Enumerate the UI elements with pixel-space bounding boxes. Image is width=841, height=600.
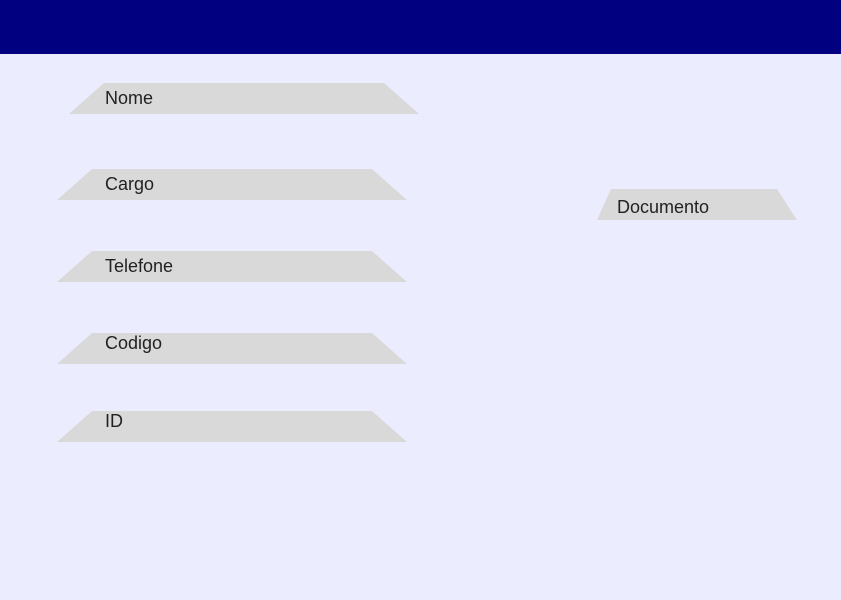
id-field[interactable]: ID bbox=[57, 411, 407, 442]
top-header-bar bbox=[0, 0, 841, 54]
telefone-field[interactable]: Telefone bbox=[57, 251, 407, 282]
nome-label: Nome bbox=[105, 88, 154, 108]
codigo-field[interactable]: Codigo bbox=[57, 333, 407, 364]
documento-field[interactable]: Documento bbox=[597, 189, 797, 220]
nome-field[interactable]: Nome bbox=[69, 83, 419, 114]
cargo-field[interactable]: Cargo bbox=[57, 169, 407, 200]
telefone-label: Telefone bbox=[105, 256, 174, 276]
cargo-label: Cargo bbox=[105, 174, 155, 194]
id-label: ID bbox=[105, 411, 123, 431]
codigo-label: Codigo bbox=[105, 333, 163, 353]
documento-label: Documento bbox=[617, 197, 710, 217]
